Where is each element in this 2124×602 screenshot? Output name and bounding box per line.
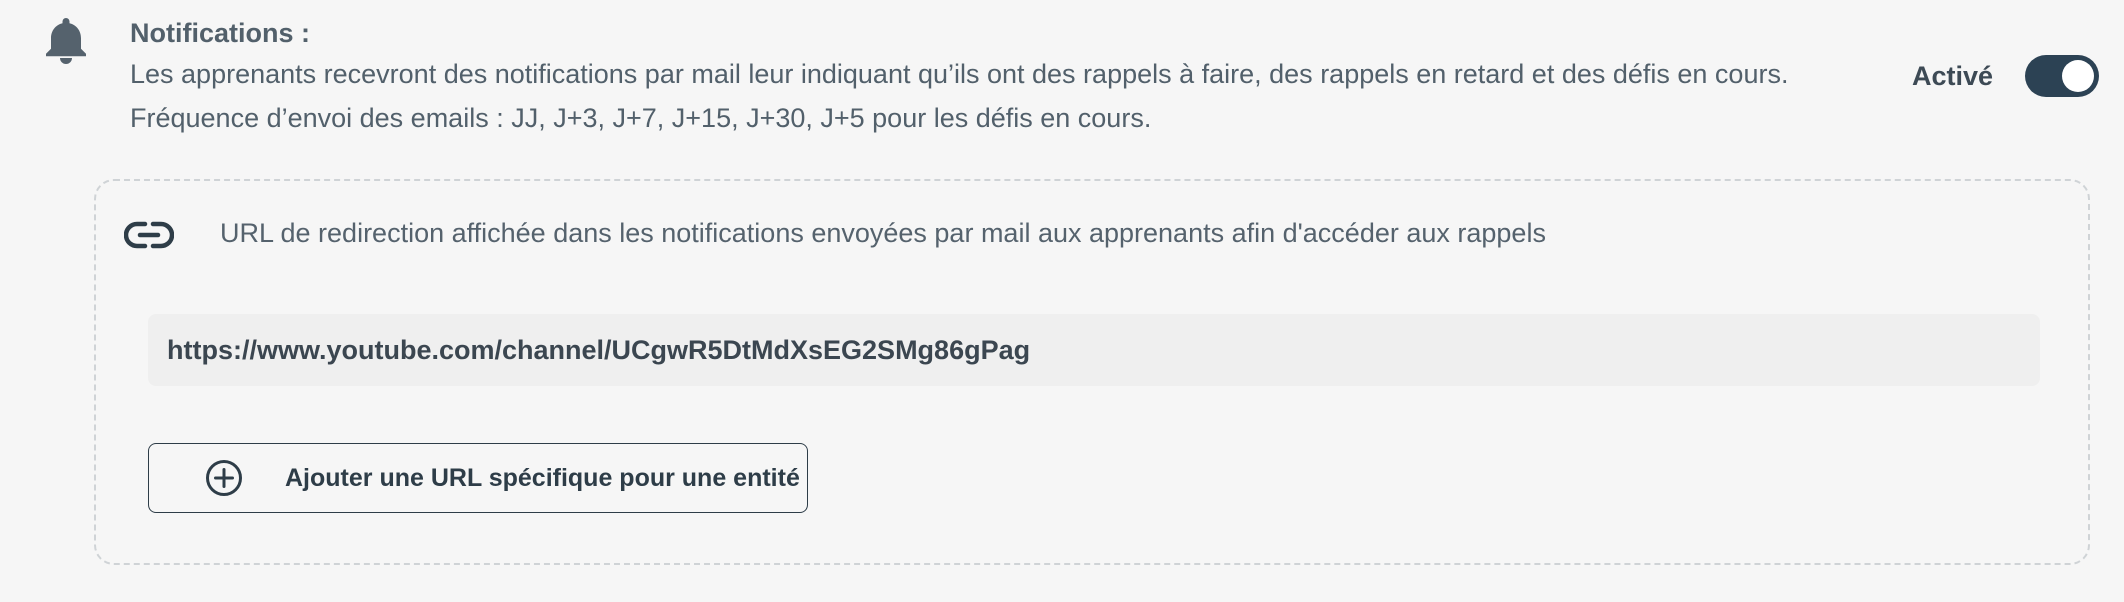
add-entity-url-button[interactable]: Ajouter une URL spécifique pour une enti… [148,443,808,513]
toggle-knob [2062,60,2094,92]
redirect-url-input[interactable] [148,314,2040,386]
notifications-status-label: Activé [1912,61,1994,91]
notifications-header: Notifications : Les apprenants recevront… [130,14,1830,140]
add-entity-url-label: Ajouter une URL spécifique pour une enti… [285,463,800,492]
plus-circle-icon [206,460,242,496]
notifications-toggle[interactable] [2025,55,2099,97]
redirect-url-panel: URL de redirection affichée dans les not… [94,179,2090,565]
notifications-description: Les apprenants recevront des notificatio… [130,59,1789,89]
bell-icon [46,18,86,64]
link-icon [124,221,174,249]
redirect-url-description: URL de redirection affichée dans les not… [220,218,1546,248]
notifications-frequency: Fréquence d’envoi des emails : JJ, J+3, … [130,103,1152,133]
notifications-title: Notifications : [130,18,310,48]
